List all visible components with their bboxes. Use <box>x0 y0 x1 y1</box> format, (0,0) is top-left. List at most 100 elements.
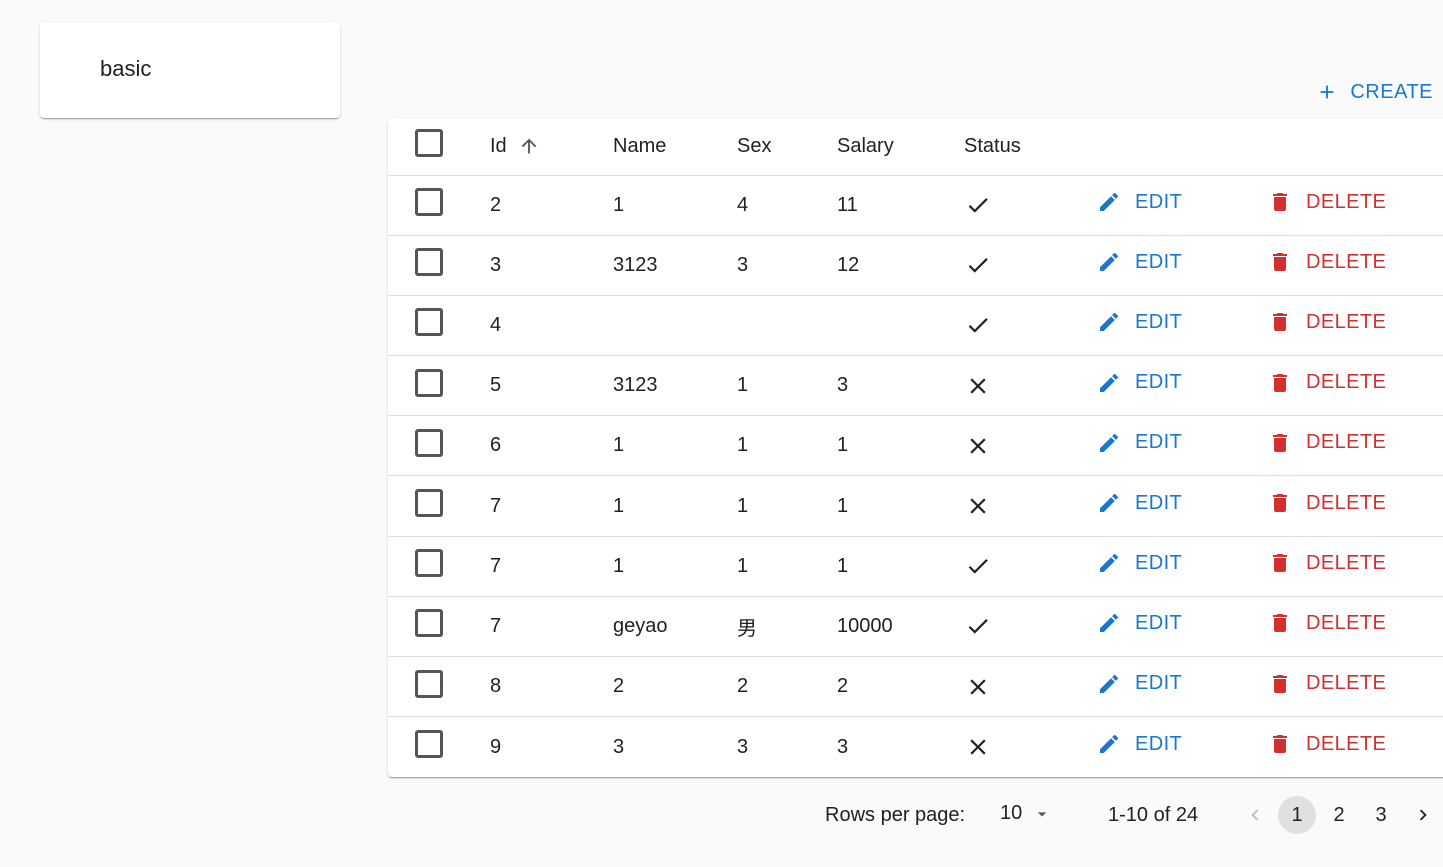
dropdown-arrow-icon <box>1038 811 1047 816</box>
column-header-label: Id <box>490 134 507 157</box>
create-button[interactable]: CREATE <box>1316 76 1433 108</box>
table-row[interactable]: 9 3 3 3 EDIT DELETE <box>388 717 1443 777</box>
cell-salary: 3 <box>837 355 964 417</box>
cell-sex: 4 <box>737 175 837 236</box>
cell-sex: 2 <box>737 656 837 718</box>
row-checkbox[interactable] <box>415 489 443 518</box>
cell-status <box>964 717 1097 777</box>
edit-button[interactable]: EDIT <box>1097 431 1182 455</box>
cell-sex: 3 <box>737 235 837 296</box>
edit-button[interactable]: EDIT <box>1097 491 1182 515</box>
column-header-name[interactable]: Name <box>613 118 737 176</box>
cell-status <box>964 475 1097 537</box>
cell-id: 4 <box>490 295 613 357</box>
edit-button[interactable]: EDIT <box>1097 672 1182 696</box>
table-row[interactable]: 6 1 1 1 EDIT DELETE <box>388 415 1443 477</box>
delete-label: DELETE <box>1306 672 1387 695</box>
trash-icon <box>1273 735 1287 754</box>
table-row[interactable]: 4 EDIT DELETE <box>388 295 1443 357</box>
pagination-range: 1-10 of 24 <box>1108 804 1199 826</box>
table-row[interactable]: 7 1 1 1 EDIT DELETE <box>388 536 1443 597</box>
delete-button[interactable]: DELETE <box>1268 611 1386 635</box>
delete-button[interactable]: DELETE <box>1268 431 1386 455</box>
close-icon <box>970 438 986 454</box>
delete-button[interactable]: DELETE <box>1268 310 1386 334</box>
page-button-1[interactable]: 1 <box>1278 796 1316 834</box>
cell-name: 1 <box>613 415 737 477</box>
edit-label: EDIT <box>1135 551 1183 574</box>
page-button-3[interactable]: 3 <box>1362 796 1400 834</box>
pencil-icon <box>1100 433 1119 452</box>
column-header-status[interactable]: Status <box>964 118 1097 176</box>
cell-salary: 1 <box>837 475 964 537</box>
row-checkbox[interactable] <box>415 609 443 638</box>
row-checkbox[interactable] <box>415 308 443 337</box>
cell-status <box>964 656 1097 718</box>
row-checkbox[interactable] <box>415 428 443 457</box>
edit-label: EDIT <box>1135 431 1183 454</box>
row-checkbox[interactable] <box>415 188 443 217</box>
cell-name: 3123 <box>613 235 737 296</box>
cell-id: 7 <box>490 596 613 658</box>
pencil-icon <box>1100 674 1119 693</box>
table-row[interactable]: 8 2 2 2 EDIT DELETE <box>388 656 1443 718</box>
page-button-2[interactable]: 2 <box>1320 796 1358 834</box>
cell-status <box>964 175 1097 236</box>
table-row[interactable]: 7 1 1 1 EDIT DELETE <box>388 475 1443 537</box>
chevron-left-icon <box>1251 809 1259 821</box>
cell-status <box>964 295 1097 357</box>
edit-button[interactable]: EDIT <box>1097 551 1182 575</box>
column-header-id[interactable]: Id <box>490 118 613 176</box>
edit-label: EDIT <box>1135 491 1183 514</box>
edit-button[interactable]: EDIT <box>1097 732 1182 756</box>
delete-button[interactable]: DELETE <box>1268 551 1386 575</box>
column-header-sex[interactable]: Sex <box>737 118 837 176</box>
delete-button[interactable]: DELETE <box>1268 190 1386 214</box>
pencil-icon <box>1100 554 1119 573</box>
table-row[interactable]: 5 3123 1 3 EDIT DELETE <box>388 355 1443 417</box>
row-checkbox[interactable] <box>415 368 443 397</box>
pencil-icon <box>1100 253 1119 272</box>
edit-button[interactable]: EDIT <box>1097 310 1182 334</box>
edit-button[interactable]: EDIT <box>1097 190 1182 214</box>
column-header-empty <box>1268 118 1443 176</box>
row-checkbox[interactable] <box>415 248 443 277</box>
rows-per-page-select[interactable]: 10 <box>1000 802 1052 825</box>
cell-sex: 1 <box>737 536 837 597</box>
menu-item-basic[interactable]: basic <box>100 56 151 82</box>
delete-button[interactable]: DELETE <box>1268 672 1386 696</box>
pencil-icon <box>1100 614 1119 633</box>
pencil-icon <box>1100 735 1119 754</box>
delete-label: DELETE <box>1306 551 1387 574</box>
delete-button[interactable]: DELETE <box>1268 250 1386 274</box>
table-row[interactable]: 2 1 4 11 EDIT DELETE <box>388 175 1443 236</box>
next-page-button[interactable] <box>1404 796 1442 834</box>
row-checkbox[interactable] <box>415 669 443 698</box>
table-row[interactable]: 7 geyao 男 10000 EDIT DELETE <box>388 596 1443 658</box>
delete-button[interactable]: DELETE <box>1268 491 1386 515</box>
row-checkbox[interactable] <box>415 730 443 759</box>
cell-name: 1 <box>613 536 737 597</box>
delete-label: DELETE <box>1306 491 1387 514</box>
delete-label: DELETE <box>1306 732 1387 755</box>
delete-label: DELETE <box>1306 310 1387 333</box>
close-icon <box>970 378 986 394</box>
close-icon <box>970 679 986 695</box>
delete-button[interactable]: DELETE <box>1268 732 1386 756</box>
select-all-checkbox[interactable] <box>415 129 443 158</box>
trash-icon <box>1273 193 1287 212</box>
cell-status <box>964 596 1097 658</box>
table-row[interactable]: 3 3123 3 12 EDIT DELETE <box>388 235 1443 296</box>
check-icon <box>968 318 988 334</box>
row-checkbox[interactable] <box>415 549 443 578</box>
edit-button[interactable]: EDIT <box>1097 371 1182 395</box>
check-icon <box>968 619 988 634</box>
edit-button[interactable]: EDIT <box>1097 611 1182 635</box>
edit-button[interactable]: EDIT <box>1097 250 1182 274</box>
previous-page-button[interactable] <box>1236 796 1274 834</box>
delete-button[interactable]: DELETE <box>1268 371 1386 395</box>
column-header-salary[interactable]: Salary <box>837 118 964 176</box>
cell-name <box>613 295 737 357</box>
cell-status <box>964 355 1097 417</box>
cell-id: 6 <box>490 415 613 477</box>
